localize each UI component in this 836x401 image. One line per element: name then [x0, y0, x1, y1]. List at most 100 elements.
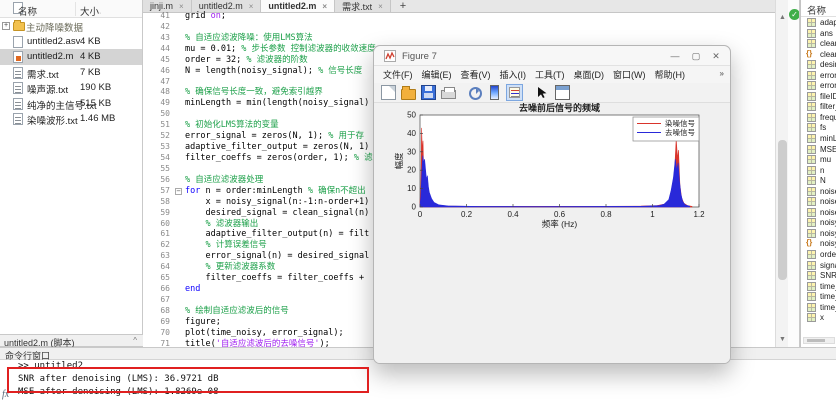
- fold-column: [174, 175, 185, 186]
- close-tab-icon[interactable]: ×: [322, 2, 327, 11]
- close-tab-icon[interactable]: ×: [179, 2, 184, 11]
- matrix-icon: [807, 123, 816, 132]
- editor-scrollbar[interactable]: ▲ ▼: [775, 0, 788, 347]
- close-button[interactable]: ✕: [709, 49, 723, 63]
- menu-item[interactable]: 桌面(D): [574, 68, 605, 81]
- workspace-variable-row[interactable]: x: [801, 312, 836, 323]
- code-fold-icon[interactable]: −: [175, 188, 182, 195]
- figure-titlebar[interactable]: Figure 7 — ▢ ✕: [374, 46, 730, 66]
- code-segment: N = length(noisy_signal);: [185, 66, 318, 76]
- new-document-icon[interactable]: [381, 85, 396, 100]
- menu-item[interactable]: 工具(T): [535, 68, 565, 81]
- file-row[interactable]: 纯净的主信号.txt515 KB: [0, 96, 142, 112]
- code-text: x = noisy_signal(n:-1:n-order+1): [185, 197, 369, 208]
- workspace-variable-row[interactable]: signa: [801, 260, 836, 271]
- dock-figure-icon[interactable]: [555, 85, 570, 100]
- workspace-variable-row[interactable]: noise: [801, 186, 836, 197]
- workspace-variable-row[interactable]: time_: [801, 281, 836, 292]
- menu-overflow-icon[interactable]: »: [720, 69, 724, 78]
- minimize-button[interactable]: —: [668, 49, 682, 63]
- fold-column: [174, 284, 185, 295]
- file-row[interactable]: 染噪波形.txt1.46 MB: [0, 111, 142, 127]
- workspace-hscrollbar[interactable]: [803, 337, 835, 344]
- arrow-cursor-icon[interactable]: [535, 85, 550, 100]
- file-row[interactable]: +主动降噪数据: [0, 18, 142, 34]
- workspace-variable-row[interactable]: noise: [801, 207, 836, 218]
- workspace-variable-row[interactable]: mu: [801, 154, 836, 165]
- figure-plot-canvas[interactable]: 00.20.40.60.811.201020304050去噪前后信号的频域频率 …: [374, 103, 731, 364]
- workspace-variable-row[interactable]: n: [801, 165, 836, 176]
- collapse-details-icon[interactable]: ^: [133, 336, 137, 345]
- menu-item[interactable]: 文件(F): [383, 68, 413, 81]
- column-header-size[interactable]: 大小·: [80, 4, 101, 18]
- expand-folder-icon[interactable]: +: [2, 22, 10, 30]
- code-text: % 自适应滤波器处理: [185, 175, 263, 186]
- workspace-hscroll-thumb[interactable]: [807, 339, 825, 342]
- code-text: plot(time_noisy, error_signal);: [185, 328, 344, 339]
- workspace-variable-row[interactable]: time_: [801, 302, 836, 313]
- workspace-variable-row[interactable]: {}noisy: [801, 238, 836, 249]
- workspace-variable-row[interactable]: noisy: [801, 228, 836, 239]
- workspace-variable-row[interactable]: N: [801, 175, 836, 186]
- insert-legend-icon[interactable]: [507, 85, 522, 100]
- workspace-variable-row[interactable]: frequ: [801, 112, 836, 123]
- workspace-variable-row[interactable]: error_: [801, 70, 836, 81]
- workspace-variable-row[interactable]: desir: [801, 59, 836, 70]
- open-folder-icon[interactable]: [401, 89, 416, 100]
- code-segment: );: [319, 339, 329, 347]
- workspace-variable-row[interactable]: noise: [801, 196, 836, 207]
- rotate-3d-icon[interactable]: [469, 87, 482, 100]
- column-header-name[interactable]: 名称: [18, 4, 37, 18]
- spectrum-chart[interactable]: 00.20.40.60.811.201020304050去噪前后信号的频域频率 …: [374, 103, 731, 364]
- workspace-variable-row[interactable]: noisy: [801, 217, 836, 228]
- file-row[interactable]: 噪声源.txt190 KB: [0, 80, 142, 96]
- workspace-variable-row[interactable]: SNR_: [801, 270, 836, 281]
- workspace-variable-row[interactable]: order: [801, 249, 836, 260]
- close-tab-icon[interactable]: ×: [378, 2, 383, 11]
- menu-item[interactable]: 窗口(W): [613, 68, 646, 81]
- fold-column: [174, 295, 185, 306]
- workspace-variable-row[interactable]: fs: [801, 122, 836, 133]
- menu-item[interactable]: 查看(V): [461, 68, 491, 81]
- tab-label: untitled2.m: [268, 1, 316, 11]
- maximize-button[interactable]: ▢: [689, 49, 703, 63]
- workspace-variable-row[interactable]: {}clean: [801, 49, 836, 60]
- code-line: 42: [143, 22, 775, 33]
- menu-item[interactable]: 插入(I): [500, 68, 527, 81]
- file-size: 4 KB: [80, 51, 101, 62]
- workspace-variable-row[interactable]: adapt: [801, 17, 836, 28]
- menu-item[interactable]: 编辑(E): [422, 68, 452, 81]
- code-segment: '自适应滤波后的去噪信号': [216, 339, 320, 347]
- workspace-variable-row[interactable]: time_: [801, 291, 836, 302]
- workspace-variable-row[interactable]: clean: [801, 38, 836, 49]
- matlab-desktop: 名称 大小· +主动降噪数据untitled2.asv4 KBuntitled2…: [0, 0, 836, 401]
- close-tab-icon[interactable]: ×: [249, 2, 254, 11]
- line-number: 67: [143, 295, 174, 306]
- workspace-variable-row[interactable]: minLe: [801, 133, 836, 144]
- scrollbar-thumb[interactable]: [778, 140, 787, 280]
- menu-item[interactable]: 帮助(H): [655, 68, 686, 81]
- column-divider: [75, 2, 76, 16]
- file-row[interactable]: 需求.txt7 KB: [0, 65, 142, 81]
- file-details-bar[interactable]: untitled2.m (脚本) ^: [0, 334, 143, 347]
- print-icon[interactable]: [441, 90, 456, 99]
- line-number: 54: [143, 153, 174, 164]
- fold-column: [174, 251, 185, 262]
- colorbar-icon[interactable]: [490, 85, 499, 100]
- file-list-header: 名称 大小·: [0, 0, 142, 18]
- code-segment: figure;: [185, 317, 221, 327]
- workspace-variable-row[interactable]: MSE_: [801, 144, 836, 155]
- workspace-header[interactable]: 名称 –: [801, 0, 836, 17]
- fold-column: [174, 339, 185, 347]
- file-row[interactable]: untitled2.m4 KB: [0, 49, 142, 65]
- figure-window-title: Figure 7: [402, 51, 437, 62]
- save-icon[interactable]: [421, 85, 436, 100]
- workspace-variable-row[interactable]: fileID: [801, 91, 836, 102]
- workspace-variable-row[interactable]: ans: [801, 28, 836, 39]
- svg-text:去噪前后信号的频域: 去噪前后信号的频域: [519, 103, 600, 113]
- file-row[interactable]: untitled2.asv4 KB: [0, 34, 142, 50]
- workspace-variable-row[interactable]: error_: [801, 80, 836, 91]
- workspace-variable-row[interactable]: filter_: [801, 101, 836, 112]
- fold-column: [174, 219, 185, 230]
- code-segment: ;: [221, 11, 226, 21]
